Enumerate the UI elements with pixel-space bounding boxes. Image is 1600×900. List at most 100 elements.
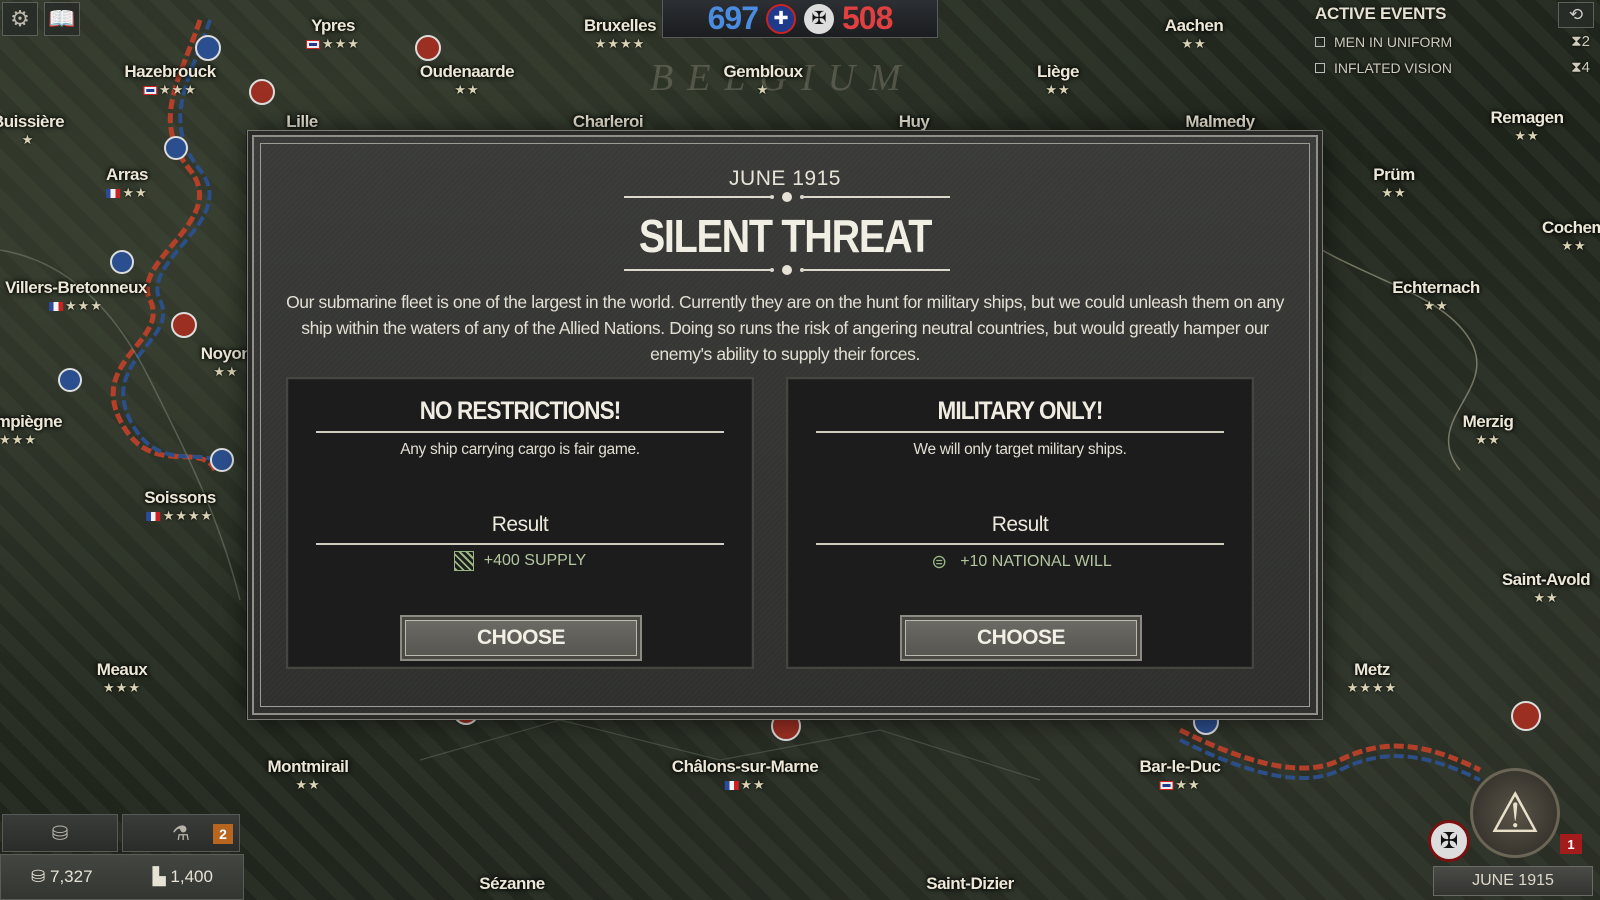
city-saint-avold[interactable]: Saint-Avold ★★ [1501, 570, 1591, 606]
city-name: Ypres [311, 16, 355, 35]
city-name: Merzig [1462, 412, 1514, 431]
city-stars: ★★★ [306, 36, 360, 52]
settings-button[interactable]: ⚙ [2, 2, 38, 36]
city-villers-bretonneux[interactable]: Villers-Bretonneux ★★★ [5, 278, 147, 314]
city-name: Villers-Bretonneux [5, 278, 147, 297]
france-flag-icon [724, 781, 739, 791]
city-name: Saint-Dizier [926, 874, 1014, 893]
result-label: Result [491, 513, 549, 536]
france-flag-icon [106, 189, 121, 199]
factory-icon: ▙ [152, 867, 166, 886]
city-remagen[interactable]: Remagen ★★ [1490, 108, 1564, 144]
city-name: Bar-le-Duc [1139, 757, 1221, 776]
codex-button[interactable]: 📖 [44, 2, 80, 36]
city-hazebrouck[interactable]: Hazebrouck ★★★ [124, 62, 216, 98]
city-name: Echternach [1392, 278, 1480, 297]
city-soissons[interactable]: Soissons ★★★★ [144, 488, 216, 524]
city-stars: ★★ [213, 364, 239, 379]
event-history-button[interactable]: ⟲ [1558, 2, 1594, 28]
city-name: Saint-Avold [1501, 570, 1591, 589]
city-bar-le-duc[interactable]: Bar-le-Duc ★★ [1140, 757, 1221, 793]
choice-card-military-only: MILITARY ONLY! We will only target milit… [786, 377, 1254, 669]
active-event-item[interactable]: INFLATED VISION ⧗4 [1315, 59, 1600, 76]
choose-button[interactable]: CHOOSE [900, 615, 1142, 661]
city-prum[interactable]: Prüm ★★ [1373, 165, 1415, 201]
city-huy[interactable]: Huy [899, 112, 930, 132]
research-count-badge: 2 [213, 824, 233, 844]
city-name: Malmedy [1185, 112, 1255, 131]
choice-title: NO RESTRICTIONS! [419, 397, 622, 425]
city-oudenaarde[interactable]: Oudenaarde ★★ [419, 62, 515, 98]
city-name: Soissons [144, 488, 216, 507]
active-event-item[interactable]: MEN IN UNIFORM ⧗2 [1315, 33, 1600, 50]
national-will-icon: ⊜ [931, 551, 948, 573]
city-stars: ★★ [1423, 298, 1449, 313]
city-charleroi[interactable]: Charleroi [572, 112, 644, 132]
city-name: Châlons-sur-Marne [671, 757, 819, 776]
city-stars: ★★ [1181, 36, 1207, 51]
city-name: Charleroi [572, 112, 644, 131]
city-name: Hazebrouck [124, 62, 216, 81]
city-arras[interactable]: Arras ★★ [106, 165, 148, 201]
city-stars: ★★★★ [1346, 680, 1398, 695]
divider [316, 543, 724, 545]
city-stars: ★★ [1381, 185, 1407, 200]
city-name: Prüm [1373, 165, 1415, 184]
city-echternach[interactable]: Echternach ★★ [1392, 278, 1480, 314]
event-date: JUNE 1915 [729, 167, 841, 190]
city-meaux[interactable]: Meaux ★★★ [96, 660, 148, 696]
city-buissiere[interactable]: Buissière ★ [0, 112, 65, 148]
city-name: Oudenaarde [419, 62, 515, 81]
city-metz[interactable]: Metz ★★★★ [1347, 660, 1398, 696]
industry-value: ▙ 1,400 [152, 867, 213, 886]
city-noyon[interactable]: Noyon ★★ [201, 344, 252, 380]
active-event-turns: ⧗2 [1571, 33, 1590, 50]
city-ypres[interactable]: Ypres ★★★ [306, 16, 360, 52]
resource-values: ⛁ 7,327 ▙ 1,400 [0, 854, 244, 900]
city-name: Cochem [1541, 218, 1600, 237]
choose-button[interactable]: CHOOSE [400, 615, 642, 661]
research-tab[interactable]: ⚗ 2 [122, 814, 240, 852]
city-name: Buissière [0, 112, 65, 131]
city-name: Compiègne [0, 412, 63, 431]
warning-icon: ⚠ [1489, 781, 1541, 844]
city-aachen[interactable]: Aachen ★★ [1165, 16, 1224, 52]
city-chalons-sur-marne[interactable]: Châlons-sur-Marne ★★ [671, 757, 819, 793]
city-liege[interactable]: Liège ★★ [1037, 62, 1079, 98]
city-name: Liège [1037, 62, 1079, 81]
economy-tab[interactable]: ⛁ [2, 814, 118, 852]
choice-description: We will only target military ships. [913, 441, 1127, 458]
hourglass-icon: ⧗ [1571, 33, 1582, 50]
city-sezanne[interactable]: Sézanne [479, 874, 545, 894]
city-montmirail[interactable]: Montmirail ★★ [268, 757, 349, 793]
divider [816, 543, 1224, 545]
title-ornament-bottom [624, 264, 950, 276]
city-merzig[interactable]: Merzig ★★ [1463, 412, 1514, 448]
nation-emblem-icon[interactable]: ✠ [1428, 820, 1470, 862]
city-gembloux[interactable]: Gembloux ★ [723, 62, 803, 98]
city-name: Meaux [96, 660, 148, 679]
city-stars: ★★★ [0, 432, 37, 447]
city-cochem[interactable]: Cochem ★★ [1542, 218, 1600, 254]
city-saint-dizier[interactable]: Saint-Dizier [926, 874, 1014, 894]
france-flag-icon [49, 302, 64, 312]
city-compiegne[interactable]: Compiègne ★★★ [0, 412, 63, 448]
city-name: Lille [286, 112, 318, 131]
checkbox-icon [1315, 36, 1325, 47]
divider [316, 431, 724, 433]
city-malmedy[interactable]: Malmedy [1185, 112, 1255, 132]
current-date: JUNE 1915 [1433, 866, 1593, 896]
choice-description: Any ship carrying cargo is fair game. [400, 441, 640, 458]
choice-effect: +400 SUPPLY [288, 551, 752, 571]
city-stars: ★★★ [5, 298, 147, 314]
city-stars: ★★ [672, 777, 818, 793]
city-stars: ★ [756, 82, 770, 97]
allied-score: 697 [707, 0, 759, 36]
warning-count-badge: 1 [1560, 834, 1582, 854]
warning-button[interactable]: ⚠ [1470, 768, 1560, 858]
active-event-label: INFLATED VISION [1334, 59, 1452, 76]
uk-flag-icon [143, 86, 158, 96]
coins-icon: ⛁ [31, 867, 46, 886]
city-lille[interactable]: Lille [286, 112, 318, 132]
city-bruxelles[interactable]: Bruxelles ★★★★ [584, 16, 657, 52]
